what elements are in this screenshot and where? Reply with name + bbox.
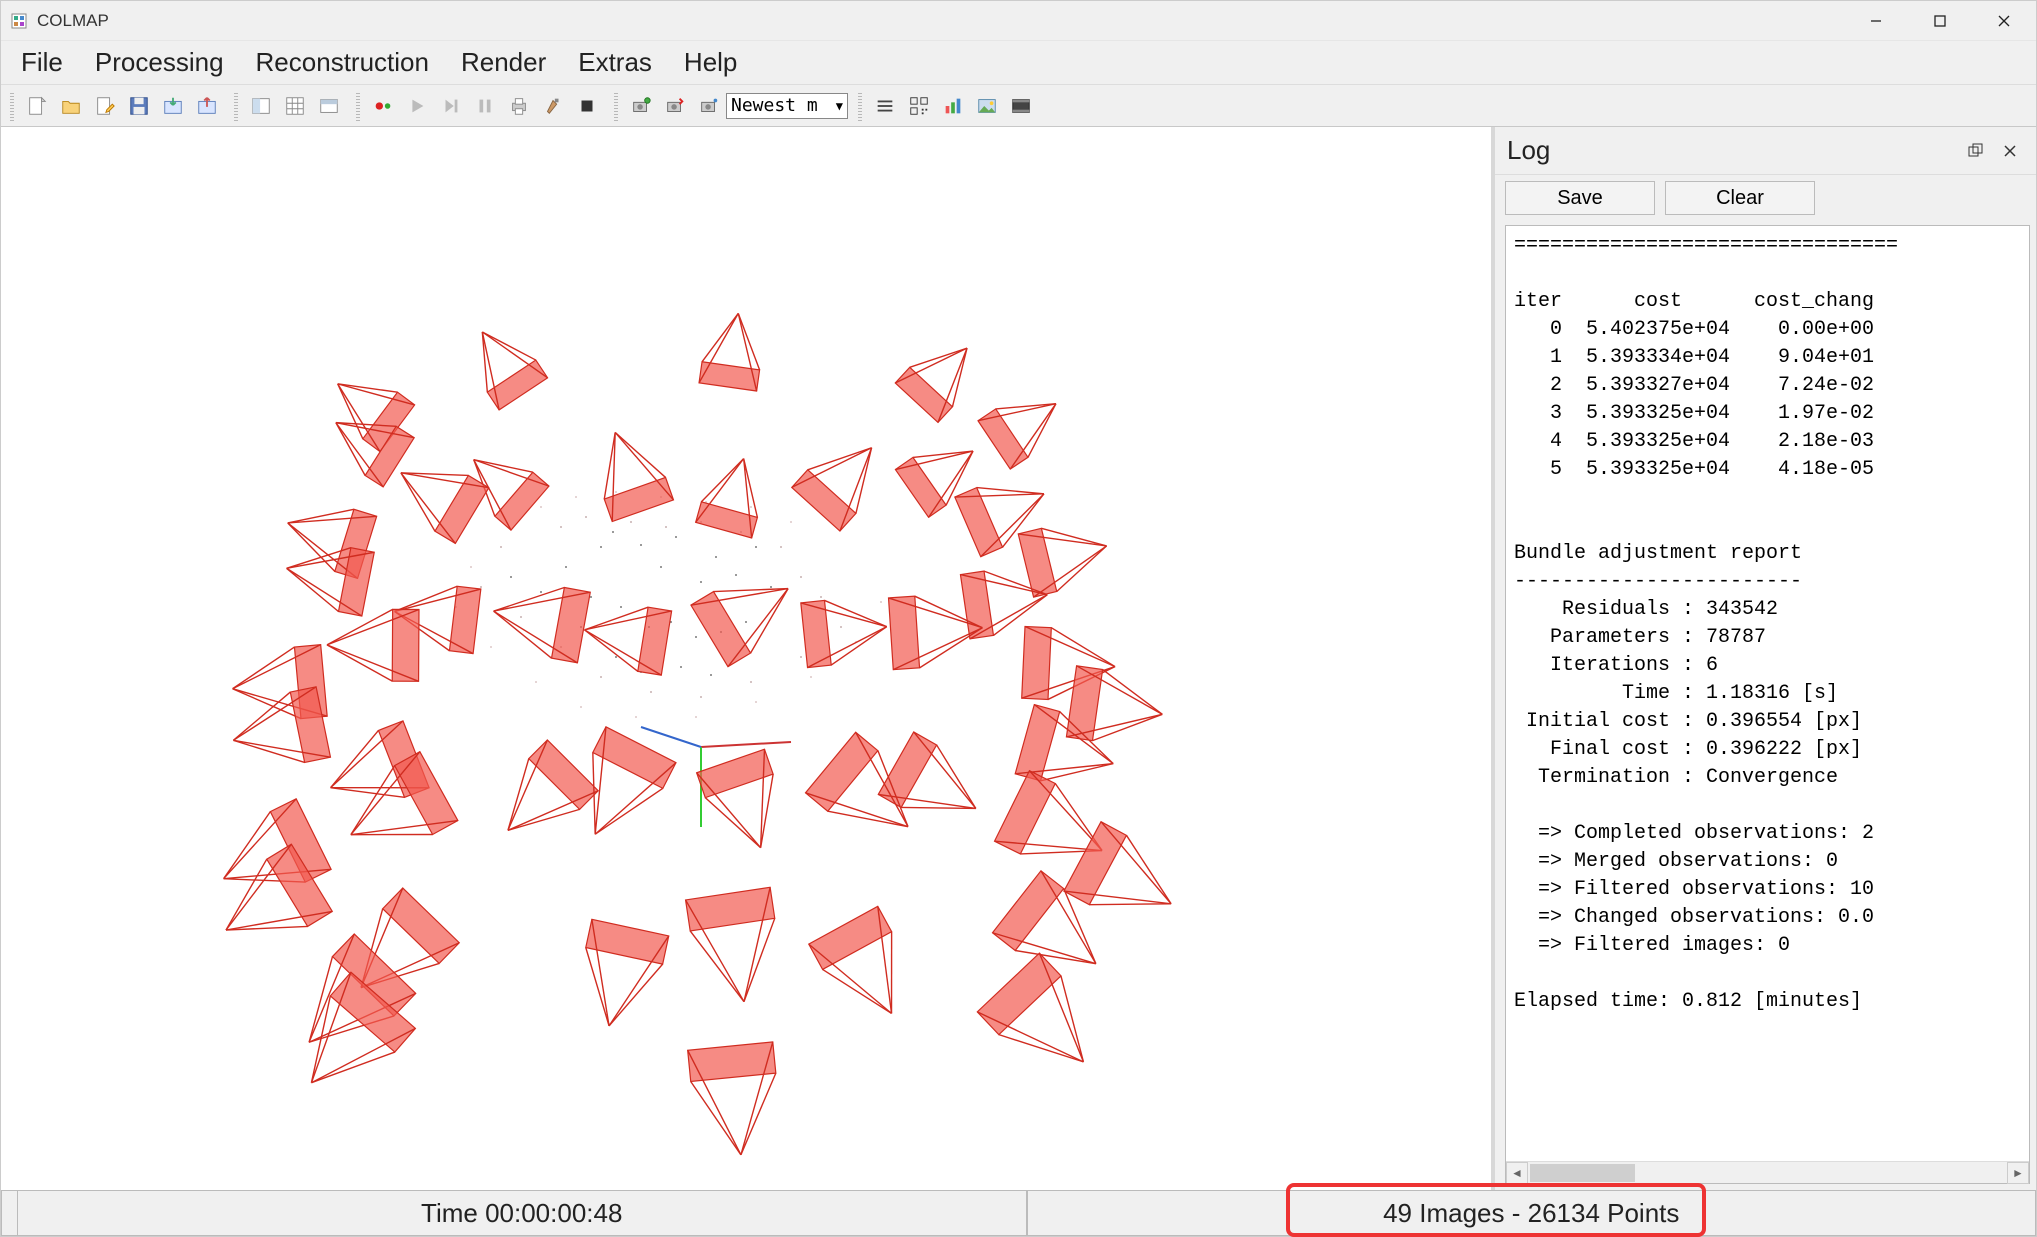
log-hscrollbar[interactable]: ◄ ► bbox=[1506, 1161, 2029, 1183]
feature-extraction-icon[interactable] bbox=[245, 90, 277, 122]
minimize-button[interactable] bbox=[1844, 1, 1908, 41]
render-options-icon[interactable] bbox=[869, 90, 901, 122]
feature-matching-icon[interactable] bbox=[279, 90, 311, 122]
dense-stereo-icon[interactable] bbox=[659, 90, 691, 122]
print-icon[interactable] bbox=[503, 90, 535, 122]
edit-project-icon[interactable] bbox=[89, 90, 121, 122]
record-icon[interactable] bbox=[367, 90, 399, 122]
open-project-icon[interactable] bbox=[55, 90, 87, 122]
export-model-icon[interactable] bbox=[191, 90, 223, 122]
dock-float-icon[interactable] bbox=[1962, 137, 1990, 165]
log-clear-button[interactable]: Clear bbox=[1665, 181, 1815, 215]
model-selector-dropdown[interactable]: Newest m▼ bbox=[726, 93, 848, 119]
window-titlebar: COLMAP bbox=[1, 1, 2036, 41]
status-time: Time 00:00:00:48 bbox=[17, 1191, 1027, 1236]
qrcode-icon[interactable] bbox=[903, 90, 935, 122]
log-panel-title: Log bbox=[1507, 135, 1956, 166]
menu-help[interactable]: Help bbox=[668, 43, 753, 82]
menu-file[interactable]: File bbox=[5, 43, 79, 82]
app-icon bbox=[11, 13, 27, 29]
step-icon[interactable] bbox=[435, 90, 467, 122]
log-panel: Log Save Clear =========================… bbox=[1491, 127, 2036, 1190]
menu-processing[interactable]: Processing bbox=[79, 43, 240, 82]
bundle-adjust-icon[interactable] bbox=[537, 90, 569, 122]
menu-reconstruction[interactable]: Reconstruction bbox=[240, 43, 445, 82]
maximize-button[interactable] bbox=[1908, 1, 1972, 41]
status-bar: Time 00:00:00:48 49 Images - 26134 Point… bbox=[1, 1190, 2036, 1236]
status-images-points: 49 Images - 26134 Points bbox=[1027, 1191, 2037, 1236]
menubar: File Processing Reconstruction Render Ex… bbox=[1, 41, 2036, 85]
toolbar: Newest m▼ bbox=[1, 85, 2036, 127]
log-save-button[interactable]: Save bbox=[1505, 181, 1655, 215]
play-icon[interactable] bbox=[401, 90, 433, 122]
database-mgmt-icon[interactable] bbox=[313, 90, 345, 122]
grab-image-icon[interactable] bbox=[971, 90, 1003, 122]
grab-movie-icon[interactable] bbox=[1005, 90, 1037, 122]
close-button[interactable] bbox=[1972, 1, 2036, 41]
pause-icon[interactable] bbox=[469, 90, 501, 122]
dense-fuse-icon[interactable] bbox=[693, 90, 725, 122]
stats-icon[interactable] bbox=[937, 90, 969, 122]
dense-undistort-icon[interactable] bbox=[625, 90, 657, 122]
window-title: COLMAP bbox=[37, 11, 109, 31]
import-model-icon[interactable] bbox=[157, 90, 189, 122]
save-project-icon[interactable] bbox=[123, 90, 155, 122]
menu-extras[interactable]: Extras bbox=[562, 43, 668, 82]
panel-close-icon[interactable] bbox=[1996, 137, 2024, 165]
3d-viewport[interactable] bbox=[1, 127, 1491, 1190]
menu-render[interactable]: Render bbox=[445, 43, 562, 82]
new-project-icon[interactable] bbox=[21, 90, 53, 122]
stop-icon[interactable] bbox=[571, 90, 603, 122]
log-text-area[interactable]: ================================ iter co… bbox=[1506, 226, 2029, 1161]
